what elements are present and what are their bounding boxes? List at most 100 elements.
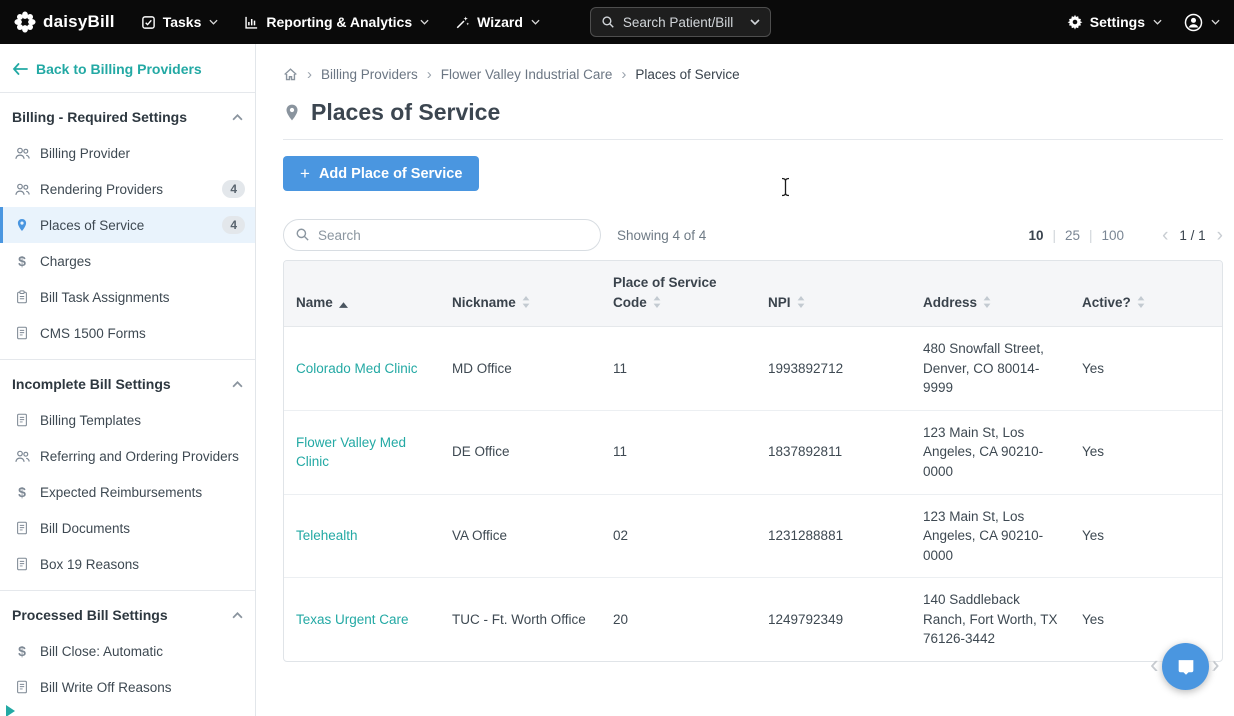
sidebar-item-bill-documents[interactable]: Bill Documents [0,510,255,546]
place-of-service-link[interactable]: Telehealth [296,528,358,543]
nav-tasks[interactable]: Tasks [141,14,219,30]
pagination-controls: 10 | 25 | 100 ‹ 1 / 1 › [1028,226,1223,245]
wizard-wand-icon [455,15,470,30]
chevron-up-icon [232,114,243,121]
patient-bill-search-button[interactable]: Search Patient/Bill [590,7,771,37]
chevron-up-icon [232,381,243,388]
sort-icon [653,294,661,314]
places-of-service-table: Name Nickname Place of Service Code NPI [284,261,1223,661]
table-row: Colorado Med Clinic MD Office 11 1993892… [284,327,1223,411]
npi-cell: 1249792349 [756,578,911,661]
search-input[interactable] [283,219,601,251]
page-indicator: 1 / 1 [1179,228,1205,243]
sidebar-item-referring-ordering-providers[interactable]: Referring and Ordering Providers [0,438,255,474]
sidebar-item-rendering-providers[interactable]: Rendering Providers 4 [0,171,255,207]
place-of-service-link[interactable]: Texas Urgent Care [296,612,409,627]
column-label: Active? [1082,295,1131,310]
active-cell: Yes [1070,410,1223,494]
page-size-10[interactable]: 10 [1028,228,1043,243]
breadcrumb-billing-providers[interactable]: Billing Providers [321,67,418,82]
sidebar-item-label: Box 19 Reasons [40,557,139,572]
scroll-right-icon[interactable]: › [1211,649,1220,680]
chevron-down-icon [531,19,540,25]
add-button-label: Add Place of Service [319,166,462,182]
scroll-left-icon[interactable]: ‹ [1150,649,1159,680]
sidebar-item-cms-1500-forms[interactable]: CMS 1500 Forms [0,315,255,351]
nickname-cell: MD Office [440,327,601,411]
previous-page-icon[interactable]: ‹ [1162,226,1168,245]
place-of-service-link[interactable]: Colorado Med Clinic [296,361,418,376]
account-menu[interactable] [1184,13,1220,32]
topbar-right: Settings [1067,13,1220,32]
separator: | [1089,228,1093,243]
home-icon[interactable] [283,67,298,82]
sidebar-item-label: CMS 1500 Forms [40,326,146,341]
column-header-name[interactable]: Name [284,261,440,327]
brand-home-link[interactable]: daisyBill [14,11,115,33]
pos-code-cell: 11 [601,410,756,494]
sidebar-item-charges[interactable]: $ Charges [0,243,255,279]
section-billing-required-settings: Billing - Required Settings Billing Prov… [0,92,255,359]
nav-label: Tasks [163,14,202,30]
section-header[interactable]: Billing - Required Settings [0,97,255,135]
sidebar-item-places-of-service[interactable]: Places of Service 4 [0,207,255,243]
breadcrumb-separator: › [307,66,312,83]
search-icon [295,227,310,247]
sidebar-item-bill-task-assignments[interactable]: Bill Task Assignments [0,279,255,315]
nav-wizard[interactable]: Wizard [455,14,540,30]
address-cell: 480 Snowfall Street, Denver, CO 80014-99… [911,327,1070,411]
chevron-down-icon [750,19,760,25]
table-row: Flower Valley Med Clinic DE Office 11 18… [284,410,1223,494]
page-size-100[interactable]: 100 [1102,228,1125,243]
column-header-npi[interactable]: NPI [756,261,911,327]
people-icon [13,182,31,197]
intercom-chat-button[interactable] [1162,643,1209,690]
chevron-down-icon [1153,19,1162,25]
section-incomplete-bill-settings: Incomplete Bill Settings Billing Templat… [0,359,255,590]
section-header[interactable]: Incomplete Bill Settings [0,364,255,402]
section-title: Billing - Required Settings [12,109,187,125]
sidebar-item-billing-templates[interactable]: Billing Templates [0,402,255,438]
page-size-25[interactable]: 25 [1065,228,1080,243]
next-page-icon[interactable]: › [1217,226,1223,245]
nickname-cell: DE Office [440,410,601,494]
column-header-address[interactable]: Address [911,261,1070,327]
gear-icon [1067,14,1083,30]
add-place-of-service-button[interactable]: + Add Place of Service [283,156,479,191]
sidebar-item-billing-provider[interactable]: Billing Provider [0,135,255,171]
dollar-icon: $ [13,643,31,659]
column-header-place-of-service-code[interactable]: Place of Service Code [601,261,756,327]
back-to-billing-providers-link[interactable]: Back to Billing Providers [0,44,255,92]
document-icon [13,556,31,572]
place-of-service-link[interactable]: Flower Valley Med Clinic [296,435,406,470]
page-title: Places of Service [311,99,500,126]
document-icon [13,325,31,341]
corner-triangle-icon [6,705,15,716]
primary-nav: Tasks Reporting & Analytics Wizard [141,14,540,30]
sidebar-item-expected-reimbursements[interactable]: $ Expected Reimbursements [0,474,255,510]
address-cell: 140 Saddleback Ranch, Fort Worth, TX 761… [911,578,1070,661]
search-icon [601,15,615,29]
column-header-nickname[interactable]: Nickname [440,261,601,327]
column-label: Place of Service Code [613,275,717,310]
settings-sidebar: Back to Billing Providers Billing - Requ… [0,44,256,716]
settings-menu[interactable]: Settings [1067,14,1162,30]
breadcrumb-flower-valley-industrial-care[interactable]: Flower Valley Industrial Care [441,67,613,82]
name-cell: Texas Urgent Care [284,578,440,661]
sidebar-item-label: Billing Provider [40,146,130,161]
back-link-label: Back to Billing Providers [36,61,202,77]
column-label: Name [296,295,333,310]
sidebar-item-bill-write-off-reasons[interactable]: Bill Write Off Reasons [0,669,255,705]
section-header[interactable]: Processed Bill Settings [0,595,255,633]
nav-label: Wizard [477,14,523,30]
sidebar-item-bill-close-automatic[interactable]: $ Bill Close: Automatic [0,633,255,669]
nav-reporting-analytics[interactable]: Reporting & Analytics [244,14,429,30]
sidebar-item-box-19-reasons[interactable]: Box 19 Reasons [0,546,255,582]
pager: ‹ 1 / 1 › [1162,226,1223,245]
chevron-down-icon [420,19,429,25]
sort-ascending-icon [339,294,348,314]
daisybill-logo-icon [14,11,36,33]
column-header-active[interactable]: Active? [1070,261,1223,327]
name-cell: Flower Valley Med Clinic [284,410,440,494]
sidebar-item-second-review-reasons[interactable]: Second Review Reasons [0,705,255,716]
